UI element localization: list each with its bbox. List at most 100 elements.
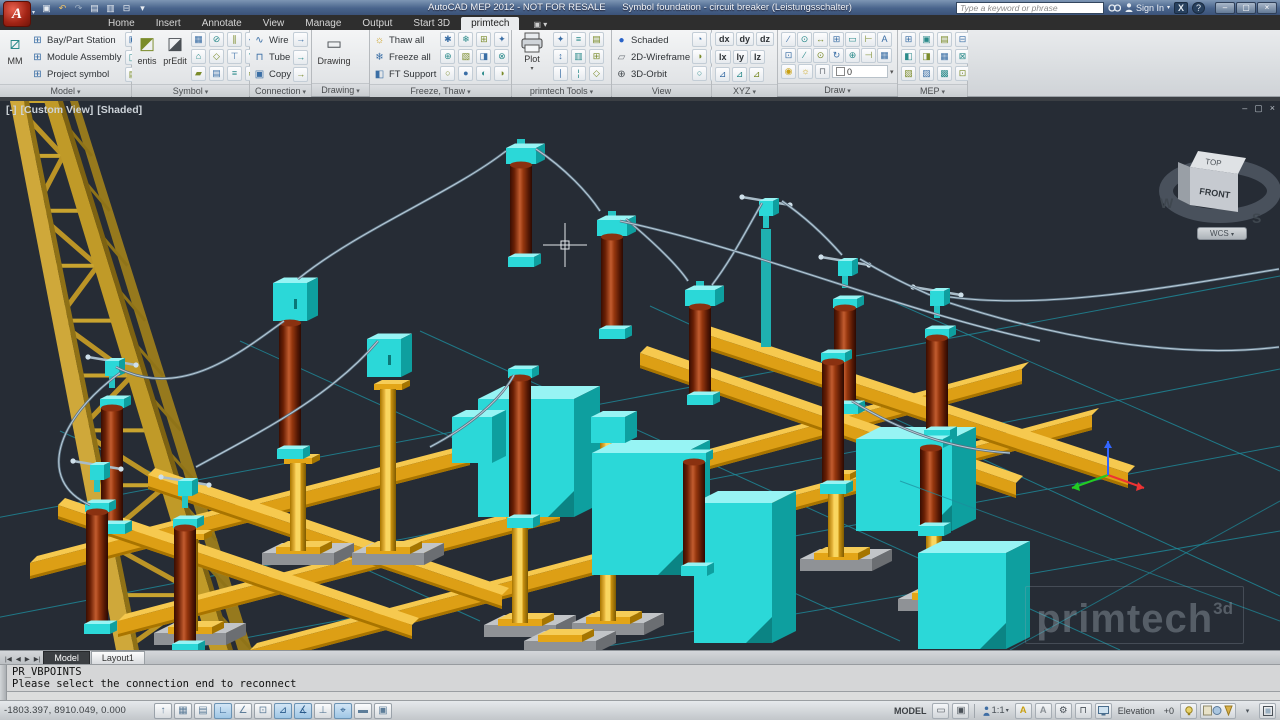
dy-button[interactable]: dy (736, 32, 755, 46)
lock-icon[interactable]: ⊓ (815, 64, 830, 79)
draw-tool-icon[interactable]: ▭ (845, 32, 860, 47)
qat-button[interactable]: ↷ (72, 2, 85, 14)
tab-model-space[interactable]: Model (43, 651, 90, 664)
viewport-view-menu[interactable]: [Custom View] (21, 104, 94, 116)
mep-tool-icon[interactable]: ▩ (937, 66, 952, 81)
draw-tool-icon[interactable]: ⊞ (829, 32, 844, 47)
layout-nav-button[interactable]: ◀ (14, 656, 23, 663)
copy-button[interactable]: ▣Copy (253, 66, 291, 82)
clean-screen-button[interactable] (1259, 703, 1276, 719)
orbit-button[interactable]: ⊕3D-Orbit (615, 66, 690, 82)
mep-tool-icon[interactable]: ⊞ (901, 32, 916, 47)
qat-button[interactable]: ⊟ (120, 2, 133, 14)
elevation-value[interactable]: +0 (1161, 706, 1177, 716)
draw-tool-icon[interactable]: ⊙ (813, 48, 828, 63)
mep-tool-icon[interactable]: ▤ (937, 32, 952, 47)
lz-button[interactable]: lz (750, 50, 765, 64)
mep-tool-icon[interactable]: ▨ (919, 66, 934, 81)
dx-button[interactable]: dx (715, 32, 734, 46)
draw-tool-icon[interactable]: ⊙ (797, 32, 812, 47)
thaw-all-button[interactable]: ☼Thaw all (373, 32, 436, 48)
tab-primtech[interactable]: primtech (461, 17, 519, 30)
annotation-scale-button[interactable]: 1:1 ▾ (980, 703, 1011, 719)
draw-tool-icon[interactable]: ⊣ (861, 48, 876, 63)
status-toggle-button[interactable]: ∠ (234, 703, 252, 719)
panel-view-footer[interactable]: View (612, 84, 711, 97)
freeze-thaw-tool-icon[interactable]: ◑ (494, 66, 509, 81)
tube-button[interactable]: ⊓Tube (253, 49, 291, 65)
mep-tool-icon[interactable]: ▣ (919, 32, 934, 47)
xyz-tool-icon[interactable]: ⊿ (749, 67, 764, 82)
freeze-thaw-tool-icon[interactable]: ● (458, 66, 473, 81)
freeze-thaw-tool-icon[interactable]: ◐ (476, 66, 491, 81)
primtech-tool-icon[interactable]: ↕ (553, 49, 568, 64)
symbol-tool-icon[interactable]: ▦ (191, 32, 206, 47)
panel-draw-footer[interactable]: Draw▾ (778, 83, 897, 96)
tab-output[interactable]: Output (352, 17, 402, 30)
viewcube[interactable]: WSTOPFRONT (1160, 151, 1274, 226)
ly-button[interactable]: ly (733, 50, 749, 64)
lightbulb-icon[interactable]: ◉ (781, 64, 796, 79)
status-toggle-button[interactable]: ∡ (294, 703, 312, 719)
primtech-tool-icon[interactable]: ∣ (553, 66, 568, 81)
freeze-thaw-tool-icon[interactable]: ⊕ (440, 49, 455, 64)
lx-button[interactable]: lx (715, 50, 731, 64)
auto-annotation-icon[interactable]: A (1035, 703, 1052, 719)
entis-button[interactable]: ◩entis (135, 32, 159, 66)
workspace-switching-icon[interactable]: ⚙ (1055, 703, 1072, 719)
primtech-tool-icon[interactable]: ≡ (571, 32, 586, 47)
application-menu-caret-icon[interactable]: ▾ (32, 9, 35, 16)
restore-button[interactable]: ▢ (1236, 2, 1256, 14)
draw-tool-icon[interactable]: ⊕ (845, 48, 860, 63)
connection-side-icon[interactable]: → (293, 32, 308, 47)
status-toggle-button[interactable]: ▣ (374, 703, 392, 719)
freeze-thaw-tool-icon[interactable]: ⊗ (494, 49, 509, 64)
mep-tool-icon[interactable]: ◧ (901, 49, 916, 64)
qat-button[interactable]: ▥ (104, 2, 117, 14)
mep-tool-icon[interactable]: ◨ (919, 49, 934, 64)
exchange-apps-icon[interactable]: X (1174, 2, 1188, 14)
view-tool-icon[interactable]: ◑ (692, 49, 707, 64)
xyz-tool-icon[interactable]: ⊿ (715, 67, 730, 82)
quick-view-drawings-icon[interactable]: ▣ (952, 703, 969, 719)
layout-nav-button[interactable]: |◀ (3, 656, 14, 663)
view-tool-icon[interactable]: ○ (692, 66, 707, 81)
qat-button[interactable]: ↶ (56, 2, 69, 14)
panel-connection-footer[interactable]: Connection▾ (250, 84, 311, 97)
coordinates-display[interactable]: -1803.397, 8910.049, 0.000 (4, 705, 152, 716)
command-input[interactable] (7, 691, 1280, 700)
status-toggle-button[interactable]: ▬ (354, 703, 372, 719)
viewport-controls-menu[interactable]: [-] (6, 104, 17, 116)
draw-tool-icon[interactable]: ▦ (877, 48, 892, 63)
status-tray-icons[interactable] (1200, 703, 1236, 719)
layout-nav-button[interactable]: ▶| (32, 656, 43, 663)
viewcube-wcs-button[interactable]: WCS ▾ (1197, 227, 1247, 240)
isolate-objects-icon[interactable] (1180, 703, 1197, 719)
layer-dropdown[interactable]: 0 (832, 65, 888, 78)
project-symbol-button[interactable]: ⊞Project symbol (31, 66, 121, 82)
status-toggle-button[interactable]: ↑ (154, 703, 172, 719)
predit-button[interactable]: ◪prEdit (163, 32, 187, 66)
3d-model-canvas[interactable]: WSTOPFRONT (0, 101, 1280, 650)
status-toggle-button[interactable]: ▤ (194, 703, 212, 719)
model-space-button[interactable]: MODEL (891, 706, 930, 716)
draw-tool-icon[interactable]: ∕ (797, 48, 812, 63)
freeze-thaw-tool-icon[interactable]: ▧ (458, 49, 473, 64)
panel-mep-footer[interactable]: MEP▾ (898, 84, 967, 97)
doc-close-button[interactable]: × (1270, 103, 1275, 114)
symbol-tool-icon[interactable]: ▤ (209, 66, 224, 81)
layout-nav-button[interactable]: ▶ (23, 656, 32, 663)
primtech-tool-icon[interactable]: ▤ (589, 32, 604, 47)
symbol-tool-icon[interactable]: ≡ (227, 66, 242, 81)
help-icon[interactable]: ? (1192, 2, 1205, 14)
freeze-thaw-tool-icon[interactable]: ❄ (458, 32, 473, 47)
freeze-thaw-tool-icon[interactable]: ✦ (494, 32, 509, 47)
symbol-tool-icon[interactable]: ⌂ (191, 49, 206, 64)
drawing-viewport[interactable]: WSTOPFRONT [-] [Custom View] [Shaded] – … (0, 101, 1280, 650)
viewport-visual-style-menu[interactable]: [Shaded] (97, 104, 142, 116)
draw-tool-icon[interactable]: ∕ (781, 32, 796, 47)
draw-tool-icon[interactable]: ↻ (829, 48, 844, 63)
primtech-tool-icon[interactable]: ◇ (589, 66, 604, 81)
symbol-tool-icon[interactable]: ⊤ (227, 49, 242, 64)
drawing-button[interactable]: ▭Drawing (315, 32, 353, 66)
